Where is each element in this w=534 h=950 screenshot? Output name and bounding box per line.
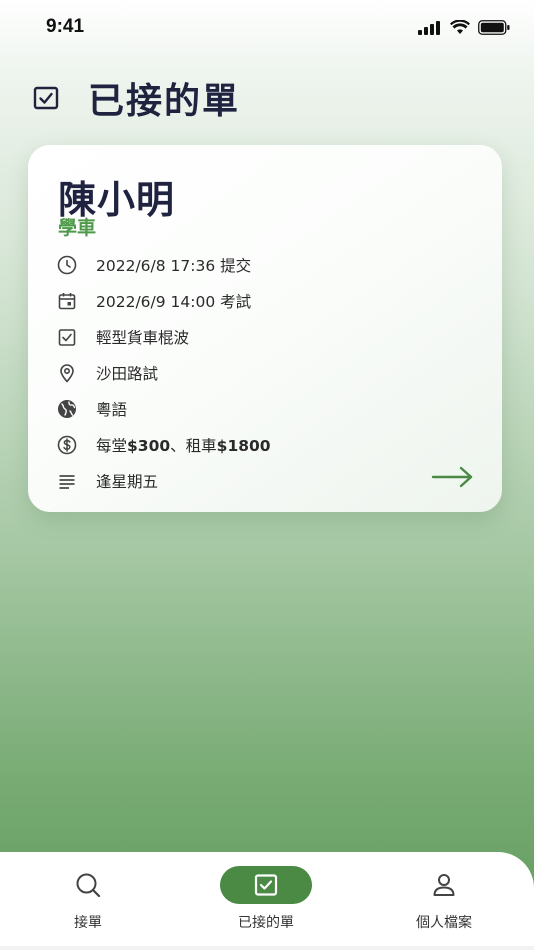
order-card[interactable]: 陳小明 學車 2022/6/8 17:36 提交 2022/6/9 14:00 …	[28, 145, 502, 512]
nav-label: 接單	[74, 915, 102, 931]
detail-text: 沙田路試	[96, 365, 159, 383]
person-icon	[433, 874, 455, 896]
nav-item-accept-orders[interactable]: 接單	[18, 866, 158, 932]
price-prefix: 每堂	[96, 437, 128, 455]
app-screen: 9:41 已接的單 陳小明 學車 2022/6/8 17:36 提交 2022/…	[0, 0, 534, 950]
detail-row-submitted: 2022/6/8 17:36 提交	[56, 247, 476, 283]
checkbox-icon	[33, 86, 59, 110]
checkbox-icon	[254, 874, 278, 896]
price-per-lesson: $300	[127, 437, 171, 455]
detail-row-vehicle: 輕型貨車棍波	[56, 319, 476, 355]
detail-row-exam: 2022/6/9 14:00 考試	[56, 283, 476, 319]
signal-icon	[418, 20, 440, 35]
detail-text: 2022/6/9 14:00 考試	[96, 293, 252, 311]
detail-row-language: 粵語	[56, 391, 476, 427]
home-indicator	[0, 946, 534, 950]
clock-icon	[57, 255, 77, 275]
active-tab-pill	[220, 866, 312, 904]
nav-item-accepted-orders[interactable]: 已接的單	[196, 866, 336, 932]
detail-text: 逢星期五	[96, 473, 159, 491]
nav-item-profile[interactable]: 個人檔案	[374, 866, 514, 932]
detail-row-price: 每堂$300、租車$1800	[56, 427, 476, 463]
detail-row-location: 沙田路試	[56, 355, 476, 391]
checkbox-icon	[58, 329, 76, 346]
detail-text: 2022/6/8 17:36 提交	[96, 257, 252, 275]
location-pin-icon	[60, 364, 74, 383]
detail-text: 輕型貨車棍波	[96, 329, 190, 347]
bottom-nav: 接單 已接的單 個人檔案	[0, 852, 534, 950]
battery-icon	[478, 20, 510, 35]
order-type-tag: 學車	[58, 217, 97, 239]
wifi-icon	[450, 20, 470, 34]
notes-icon	[59, 475, 75, 489]
detail-list: 2022/6/8 17:36 提交 2022/6/9 14:00 考試 輕型貨車…	[56, 247, 476, 499]
arrow-right-icon[interactable]	[430, 463, 476, 491]
status-time: 9:41	[46, 16, 85, 37]
price-middle: 、租車	[170, 437, 217, 455]
page-header: 已接的單	[32, 72, 240, 124]
nav-label: 已接的單	[238, 915, 294, 931]
detail-text: 粵語	[96, 401, 128, 419]
page-title: 已接的單	[88, 81, 241, 122]
dollar-icon	[57, 435, 77, 455]
detail-row-schedule: 逢星期五	[56, 463, 476, 499]
status-bar: 9:41	[0, 0, 534, 56]
detail-text: 每堂$300、租車$1800	[96, 434, 271, 456]
globe-icon	[58, 400, 76, 418]
price-car-rental: $1800	[216, 437, 271, 455]
calendar-icon	[58, 293, 76, 310]
nav-label: 個人檔案	[416, 915, 472, 931]
search-icon	[76, 873, 101, 898]
status-icons	[418, 20, 510, 35]
